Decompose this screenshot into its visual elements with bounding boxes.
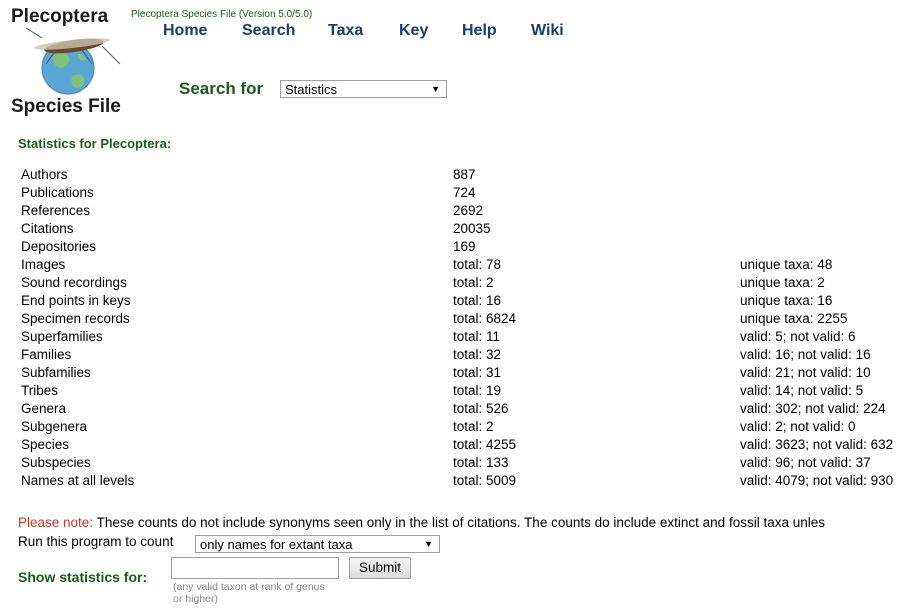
stat-total: total: 2 xyxy=(453,419,494,434)
stat-label: Names at all levels xyxy=(21,473,135,488)
search-for-label: Search for xyxy=(179,79,264,98)
note-body: These counts do not include synonyms see… xyxy=(93,515,825,530)
stat-extra: valid: 4079; not valid: 930 xyxy=(740,473,894,488)
stat-label: Superfamilies xyxy=(21,329,103,344)
stat-extra: valid: 2; not valid: 0 xyxy=(740,419,856,434)
stat-extra: valid: 3623; not valid: 632 xyxy=(740,437,894,452)
taxon-hint: (any valid taxon at rank of genus or hig… xyxy=(173,581,325,605)
stat-total: total: 526 xyxy=(453,401,509,416)
stat-label: End points in keys xyxy=(21,293,131,308)
stat-total: total: 32 xyxy=(453,347,502,362)
table-row: Subspecies total: 133 valid: 96; not valid… xyxy=(0,454,911,472)
stat-label: Citations xyxy=(21,221,74,236)
stat-extra: unique taxa: 2255 xyxy=(740,311,848,326)
nav-home[interactable]: Home xyxy=(163,22,207,40)
stat-total: total: 31 xyxy=(453,365,502,380)
count-mode-select[interactable]: only names for extant taxa ▼ xyxy=(195,535,440,553)
table-row: Images total: 78 unique taxa: 48 xyxy=(0,256,911,274)
note-text: Please note: These counts do not include… xyxy=(18,515,911,530)
stat-label: Tribes xyxy=(21,383,59,398)
table-row: Subfamilies total: 31 valid: 21; not valid… xyxy=(0,364,911,382)
stat-label: Subspecies xyxy=(21,455,91,470)
stat-extra: valid: 5; not valid: 6 xyxy=(740,329,856,344)
table-row: Subgenera total: 2 valid: 2; not valid: 0 xyxy=(0,418,911,436)
submit-button[interactable]: Submit xyxy=(349,557,411,579)
stat-label: Families xyxy=(21,347,72,362)
stat-extra: unique taxa: 2 xyxy=(740,275,825,290)
stat-label: Specimen records xyxy=(21,311,130,326)
stat-extra: valid: 96; not valid: 37 xyxy=(740,455,871,470)
stat-total: total: 16 xyxy=(453,293,502,308)
stat-label: Sound recordings xyxy=(21,275,127,290)
stat-total: 887 xyxy=(453,167,476,182)
stonefly-globe-logo-icon[interactable] xyxy=(22,24,122,96)
table-row: References 2692 xyxy=(0,202,911,220)
table-row: End points in keys total: 16 unique taxa: … xyxy=(0,292,911,310)
nav-wiki[interactable]: Wiki xyxy=(531,22,564,40)
table-row: Tribes total: 19 valid: 14; not valid: 5 xyxy=(0,382,911,400)
table-row: Superfamilies total: 11 valid: 5; not vali… xyxy=(0,328,911,346)
dropdown-arrow-icon: ▼ xyxy=(431,84,440,94)
stat-total: total: 133 xyxy=(453,455,509,470)
table-row: Depositories 169 xyxy=(0,238,911,256)
nav-help[interactable]: Help xyxy=(462,22,497,40)
run-program-row: Run this program to count xyxy=(18,534,173,549)
dropdown-arrow-icon: ▼ xyxy=(424,539,433,549)
logo-subtitle: Species File xyxy=(11,96,121,117)
table-row: Genera total: 526 valid: 302; not valid: 2… xyxy=(0,400,911,418)
stat-extra: valid: 16; not valid: 16 xyxy=(740,347,871,362)
stat-total: 169 xyxy=(453,239,476,254)
table-row: Species total: 4255 valid: 3623; not valid… xyxy=(0,436,911,454)
table-row: Names at all levels total: 5009 valid: 407… xyxy=(0,472,911,490)
stat-extra: valid: 302; not valid: 224 xyxy=(740,401,886,416)
stat-label: Subgenera xyxy=(21,419,88,434)
table-row: Families total: 32 valid: 16; not valid: 1… xyxy=(0,346,911,364)
stat-total: total: 5009 xyxy=(453,473,517,488)
search-type-value: Statistics xyxy=(285,82,338,97)
stat-extra: valid: 21; not valid: 10 xyxy=(740,365,871,380)
stat-total: 2692 xyxy=(453,203,484,218)
table-row: Publications 724 xyxy=(0,184,911,202)
stat-total: total: 19 xyxy=(453,383,502,398)
stats-title: Statistics for Plecoptera: xyxy=(18,136,172,151)
stat-extra: unique taxa: 16 xyxy=(740,293,833,308)
stat-label: Genera xyxy=(21,401,67,416)
stat-total: total: 4255 xyxy=(453,437,517,452)
show-statistics-label: Show statistics for: xyxy=(18,569,148,585)
stat-extra: unique taxa: 48 xyxy=(740,257,833,272)
table-row: Citations 20035 xyxy=(0,220,911,238)
table-row: Specimen records total: 6824 unique taxa: … xyxy=(0,310,911,328)
search-type-select[interactable]: Statistics ▼ xyxy=(280,80,447,98)
stat-label: Subfamilies xyxy=(21,365,91,380)
stat-label: Authors xyxy=(21,167,68,182)
stat-total: total: 78 xyxy=(453,257,502,272)
stat-label: Images xyxy=(21,257,66,272)
stat-total: total: 6824 xyxy=(453,311,517,326)
stat-total: 20035 xyxy=(453,221,491,236)
stat-label: Species xyxy=(21,437,70,452)
stat-total: total: 11 xyxy=(453,329,501,344)
stat-extra: valid: 14; not valid: 5 xyxy=(740,383,864,398)
run-program-label: Run this program to count xyxy=(18,534,174,549)
nav-key[interactable]: Key xyxy=(399,22,428,40)
stat-total: total: 2 xyxy=(453,275,494,290)
nav-taxa[interactable]: Taxa xyxy=(328,22,363,40)
nav-search[interactable]: Search xyxy=(242,22,295,40)
stat-total: 724 xyxy=(453,185,476,200)
count-mode-value: only names for extant taxa xyxy=(200,537,353,552)
stat-label: Depositories xyxy=(21,239,97,254)
version-text: Plecoptera Species File (Version 5.0/5.0… xyxy=(131,9,313,20)
stat-label: References xyxy=(21,203,91,218)
taxon-input[interactable] xyxy=(171,557,339,579)
stat-label: Publications xyxy=(21,185,94,200)
note-label: Please note: xyxy=(18,515,94,530)
table-row: Authors 887 xyxy=(0,166,911,184)
table-row: Sound recordings total: 2 unique taxa: 2 xyxy=(0,274,911,292)
